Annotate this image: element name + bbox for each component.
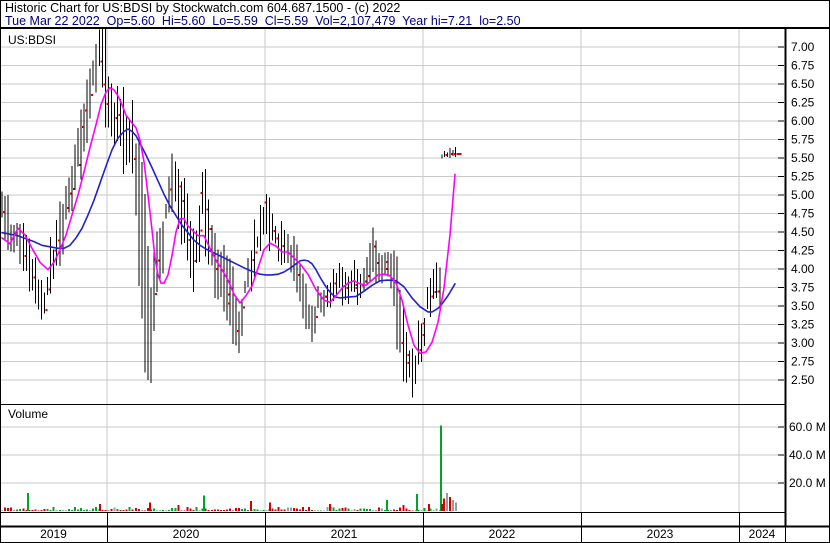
svg-text:4.75: 4.75 — [791, 207, 815, 221]
svg-text:2024: 2024 — [749, 527, 776, 541]
gridlines — [1, 29, 784, 512]
svg-text:3.00: 3.00 — [791, 336, 815, 350]
svg-text:2019: 2019 — [40, 527, 67, 541]
svg-text:7.00: 7.00 — [791, 40, 815, 54]
svg-text:6.50: 6.50 — [791, 77, 815, 91]
svg-text:2023: 2023 — [647, 527, 674, 541]
svg-text:6.00: 6.00 — [791, 114, 815, 128]
chart-header: Historic Chart for US:BDSI by Stockwatch… — [1, 1, 829, 29]
volume-panel-label: Volume — [8, 407, 49, 421]
svg-text:2022: 2022 — [489, 527, 516, 541]
svg-text:4.00: 4.00 — [791, 262, 815, 276]
price-axis-labels: 7.00 6.75 6.50 6.25 6.00 5.75 5.50 5.25 5.00 4.75… — [778, 40, 815, 387]
year-axis-labels: 2019 2020 2021 2022 2023 2024 — [40, 527, 776, 541]
chart-title: Historic Chart for US:BDSI by Stockwatch… — [5, 1, 401, 15]
symbol-label: US:BDSI — [8, 33, 57, 47]
svg-text:5.50: 5.50 — [791, 151, 815, 165]
svg-text:3.75: 3.75 — [791, 281, 815, 295]
svg-text:3.50: 3.50 — [791, 299, 815, 313]
svg-text:5.75: 5.75 — [791, 133, 815, 147]
stockwatch-chart-window: Historic Chart for US:BDSI by Stockwatch… — [0, 0, 830, 543]
chart-frame — [0, 0, 830, 543]
svg-text:6.25: 6.25 — [791, 96, 815, 110]
svg-text:2.75: 2.75 — [791, 355, 815, 369]
volume-bars — [1, 425, 457, 511]
historic-price-volume-chart: 7.00 6.75 6.50 6.25 6.00 5.75 5.50 5.25 5.00 4.75… — [0, 0, 830, 543]
svg-text:5.00: 5.00 — [791, 188, 815, 202]
svg-text:2020: 2020 — [173, 527, 200, 541]
ma-fast-line — [1, 86, 456, 355]
svg-text:5.25: 5.25 — [791, 170, 815, 184]
quote-summary-line: Tue Mar 22 2022 Op=5.60 Hi=5.60 Lo=5.59 … — [5, 14, 521, 28]
svg-text:40.0 M: 40.0 M — [789, 448, 826, 462]
svg-text:3.25: 3.25 — [791, 318, 815, 332]
svg-text:6.75: 6.75 — [791, 59, 815, 73]
svg-text:2.50: 2.50 — [791, 373, 815, 387]
svg-text:4.50: 4.50 — [791, 225, 815, 239]
svg-text:2021: 2021 — [331, 527, 358, 541]
svg-text:4.25: 4.25 — [791, 244, 815, 258]
svg-text:60.0 M: 60.0 M — [789, 420, 826, 434]
svg-text:20.0 M: 20.0 M — [789, 476, 826, 490]
